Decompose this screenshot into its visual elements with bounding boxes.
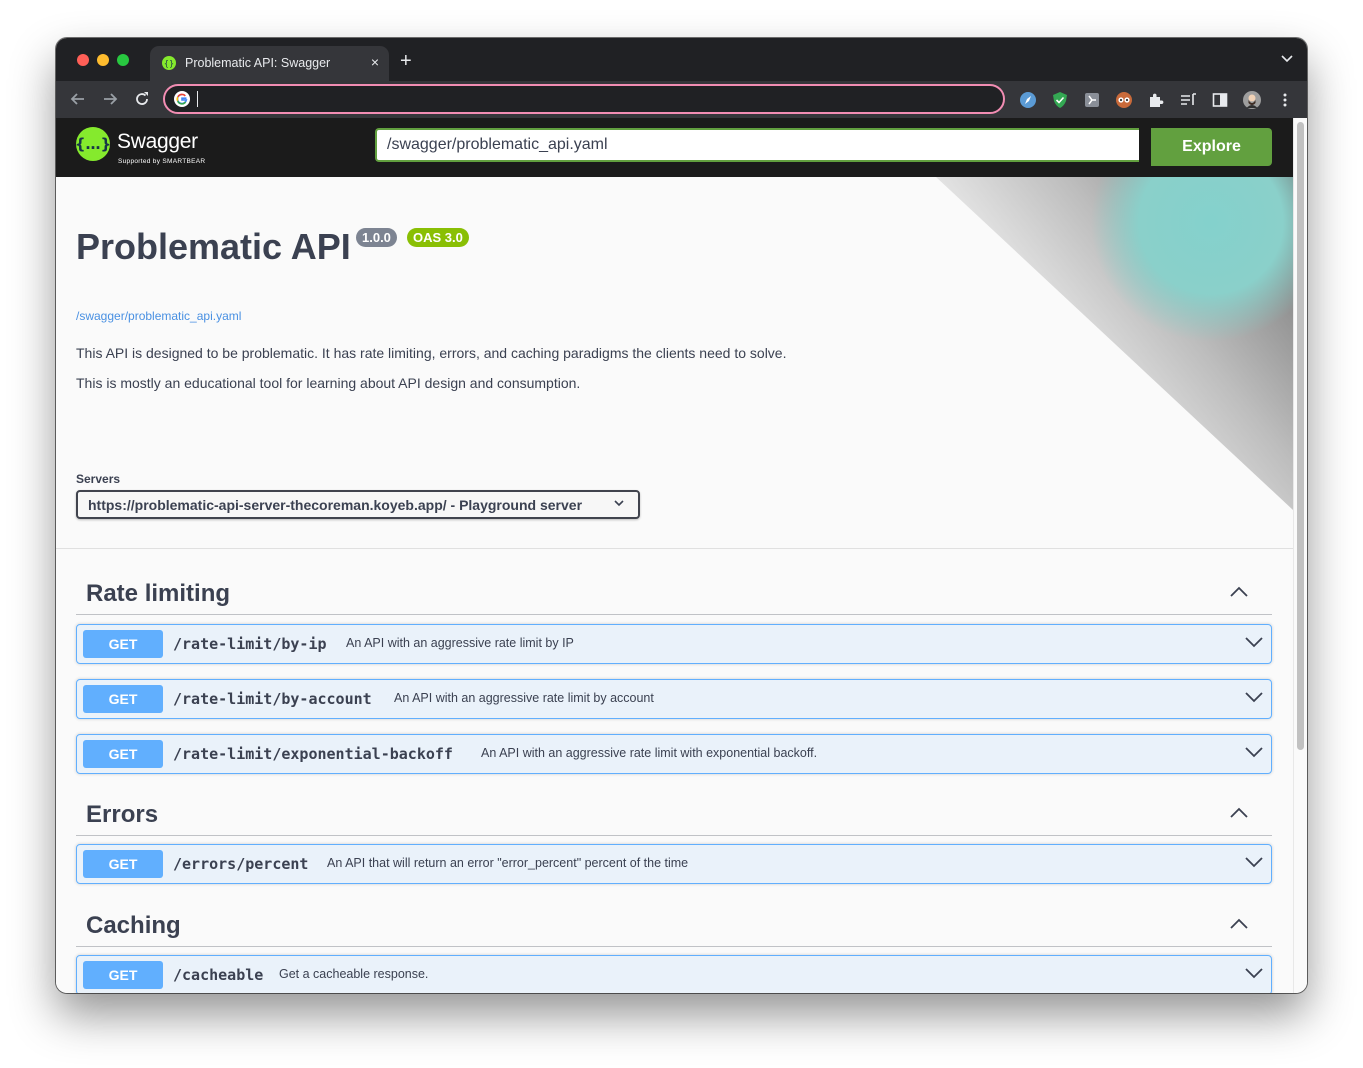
method-badge: GET: [83, 740, 163, 768]
spec-url-input[interactable]: [375, 128, 1139, 162]
servers-label: Servers: [76, 472, 121, 486]
browser-tab[interactable]: {} Problematic API: Swagger ×: [150, 46, 389, 81]
vertical-scroll-thumb[interactable]: [1297, 122, 1304, 750]
chevron-down-icon[interactable]: [1245, 637, 1263, 648]
oas-badge: OAS 3.0: [407, 228, 469, 247]
operation-get-rate-limit-exponential-backoff[interactable]: GET /rate-limit/exponential-backoff An A…: [76, 734, 1272, 774]
tab-title: Problematic API: Swagger: [185, 56, 331, 70]
svg-text:{…}: {…}: [76, 135, 110, 153]
operation-path: /errors/percent: [173, 855, 309, 873]
back-arrow-icon[interactable]: [68, 89, 88, 109]
explore-button[interactable]: Explore: [1151, 128, 1272, 166]
browser-menu-icon[interactable]: [1276, 91, 1294, 109]
spec-link[interactable]: /swagger/problematic_api.yaml: [76, 309, 241, 323]
reload-icon[interactable]: [132, 89, 152, 109]
address-input[interactable]: [197, 89, 981, 111]
decorative-background-graphic: [936, 177, 1293, 510]
chevron-down-icon: [614, 500, 624, 507]
operation-get-rate-limit-by-account[interactable]: GET /rate-limit/by-account An API with a…: [76, 679, 1272, 719]
text-caret: [197, 91, 198, 107]
operation-summary: An API with an aggressive rate limit wit…: [481, 746, 818, 760]
operation-summary: An API with an aggressive rate limit by …: [394, 691, 654, 705]
extension-square-icon[interactable]: [1083, 91, 1101, 109]
tab-search-chevron-icon[interactable]: [1281, 53, 1293, 63]
tag-header-errors[interactable]: Errors: [76, 791, 1272, 836]
zoom-window-button[interactable]: [117, 54, 129, 66]
chevron-down-icon[interactable]: [1245, 692, 1263, 703]
chevron-down-icon[interactable]: [1245, 857, 1263, 868]
chevron-up-icon[interactable]: [1230, 918, 1248, 929]
operation-path: /rate-limit/exponential-backoff: [173, 745, 453, 763]
tag-title: Rate limiting: [86, 580, 231, 607]
method-badge: GET: [83, 685, 163, 713]
tag-title: Errors: [86, 801, 159, 828]
method-badge: GET: [83, 961, 163, 989]
new-tab-button[interactable]: +: [400, 50, 412, 72]
method-badge: GET: [83, 630, 163, 658]
operation-get-errors-percent[interactable]: GET /errors/percent An API that will ret…: [76, 844, 1272, 884]
smartbear-tagline: Supported by SMARTBEAR: [118, 158, 206, 165]
extensions-puzzle-icon[interactable]: [1147, 91, 1165, 109]
swagger-topbar: {…} Swagger Supported by SMARTBEAR Explo…: [56, 118, 1293, 177]
side-panel-icon[interactable]: [1211, 91, 1229, 109]
tab-close-icon[interactable]: ×: [371, 53, 379, 71]
page-viewport: {…} Swagger Supported by SMARTBEAR Explo…: [56, 118, 1293, 993]
operation-path: /rate-limit/by-ip: [173, 635, 327, 653]
server-selected-value: https://problematic-api-server-thecorema…: [88, 497, 583, 513]
tag-header-rate-limiting[interactable]: Rate limiting: [76, 570, 1272, 615]
browser-toolbar: [56, 81, 1307, 118]
forward-arrow-icon[interactable]: [100, 89, 120, 109]
reading-list-icon[interactable]: [1179, 91, 1197, 109]
extension-shield-icon[interactable]: [1051, 91, 1069, 109]
swagger-logo-icon[interactable]: {…}: [75, 127, 111, 161]
operation-summary: Get a cacheable response.: [279, 967, 429, 981]
api-title: Problematic API: [76, 226, 351, 267]
operation-path: /cacheable: [173, 966, 264, 984]
tab-strip: {} Problematic API: Swagger × +: [56, 38, 1307, 81]
version-badge: 1.0.0: [356, 228, 397, 247]
close-window-button[interactable]: [77, 54, 89, 66]
api-description-secondary: This is mostly an educational tool for l…: [76, 375, 581, 391]
minimize-window-button[interactable]: [97, 54, 109, 66]
tag-header-caching[interactable]: Caching: [76, 902, 1272, 947]
operation-summary: An API that will return an error "error_…: [327, 856, 689, 870]
profile-avatar-icon[interactable]: [1243, 91, 1261, 109]
chevron-up-icon[interactable]: [1230, 586, 1248, 597]
extension-compass-icon[interactable]: [1019, 91, 1037, 109]
browser-window: {} Problematic API: Swagger × + {…} Swag…: [56, 38, 1307, 993]
section-divider: [56, 548, 1293, 549]
api-description: This API is designed to be problematic. …: [76, 345, 787, 361]
server-select[interactable]: https://problematic-api-server-thecorema…: [76, 490, 640, 519]
method-badge: GET: [83, 850, 163, 878]
extension-glasses-icon[interactable]: [1115, 91, 1133, 109]
chevron-up-icon[interactable]: [1230, 807, 1248, 818]
swagger-favicon-icon: {}: [162, 56, 176, 70]
vertical-scrollbar[interactable]: [1293, 118, 1307, 993]
chevron-down-icon[interactable]: [1245, 747, 1263, 758]
chevron-down-icon[interactable]: [1245, 968, 1263, 979]
tag-title: Caching: [86, 912, 181, 939]
operation-get-cacheable[interactable]: GET /cacheable Get a cacheable response.: [76, 955, 1272, 993]
google-icon: [174, 91, 190, 107]
operation-summary: An API with an aggressive rate limit by …: [346, 636, 574, 650]
operation-path: /rate-limit/by-account: [173, 690, 372, 708]
svg-text:{}: {}: [164, 59, 174, 68]
operation-get-rate-limit-by-ip[interactable]: GET /rate-limit/by-ip An API with an agg…: [76, 624, 1272, 664]
swagger-logo-text: Swagger: [117, 130, 198, 153]
address-bar[interactable]: [163, 84, 1005, 114]
swagger-braces-icon: {…}: [75, 135, 111, 153]
